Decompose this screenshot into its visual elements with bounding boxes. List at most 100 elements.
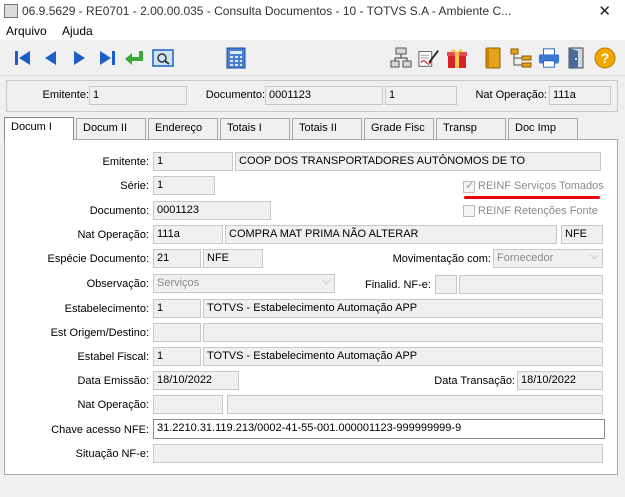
situacao-label: Situação NF-e: (75, 448, 149, 460)
fiscal-name-field[interactable]: TOTVS - Estabelecimento Automação APP (203, 347, 603, 366)
app-icon (4, 4, 18, 18)
header-natop-label: Nat Operação: (475, 89, 547, 101)
emissao-label: Data Emissão: (77, 375, 149, 387)
natop2-desc-field[interactable] (227, 395, 603, 414)
tab-transp[interactable]: Transp (436, 118, 506, 140)
first-icon (15, 51, 30, 65)
especie-code-field[interactable]: 21 (153, 249, 201, 268)
return-button[interactable] (123, 46, 145, 70)
observacao-label: Observação: (86, 278, 149, 290)
natop2-label: Nat Operação: (77, 399, 149, 411)
reinf-tomados-checkbox[interactable] (463, 179, 475, 193)
view-button[interactable] (152, 46, 174, 70)
natop2-code-field[interactable] (153, 395, 223, 414)
movimentacao-select[interactable]: Fornecedor ⌵ (493, 249, 603, 268)
exit-button[interactable] (566, 46, 588, 70)
first-button[interactable] (12, 46, 34, 70)
transacao-label: Data Transação: (434, 375, 515, 387)
natop-code-field[interactable]: 111a (153, 225, 223, 244)
situacao-field[interactable] (153, 444, 603, 463)
menu-bar: Arquivo Ajuda (0, 22, 625, 40)
estab-code-field[interactable]: 1 (153, 299, 201, 318)
tab-bar: Docum I Docum II Endereço Totais I Totai… (4, 117, 618, 140)
title-bar: 06.9.5629 - RE0701 - 2.00.00.035 - Consu… (0, 0, 625, 22)
origem-name-field[interactable] (203, 323, 603, 342)
observacao-value: Serviços (157, 277, 200, 289)
next-button[interactable] (68, 46, 90, 70)
especie-type-field[interactable]: NFE (203, 249, 263, 268)
status-bar (0, 478, 625, 497)
chevron-down-icon: ⌵ (322, 276, 330, 287)
origem-code-field[interactable] (153, 323, 201, 342)
help-button[interactable]: ? (594, 46, 616, 70)
serie-field[interactable]: 1 (153, 176, 215, 195)
natop-desc-field[interactable]: COMPRA MAT PRIMA NÃO ALTERAR (225, 225, 557, 244)
gift-icon (447, 49, 467, 68)
documento-field[interactable]: 0001123 (153, 201, 271, 220)
header-emitente-label: Emitente: (42, 89, 89, 101)
emissao-field[interactable]: 18/10/2022 (153, 371, 239, 390)
fiscal-label: Estabel Fiscal: (77, 351, 149, 363)
finalid-desc-field[interactable] (459, 275, 603, 294)
view-icon (152, 49, 174, 67)
header-natop-field[interactable]: 111a (549, 86, 611, 105)
annotation-underline (464, 196, 600, 199)
header-emitente-field[interactable]: 1 (89, 86, 187, 105)
svg-text:?: ? (601, 50, 610, 66)
finalid-label: Finalid. NF-e: (364, 279, 431, 291)
chave-field[interactable]: 31.2210.31.119.213/0002-41-55-001.000001… (153, 419, 605, 439)
tab-docum-ii[interactable]: Docum II (76, 118, 146, 140)
transacao-field[interactable]: 18/10/2022 (517, 371, 603, 390)
network-button[interactable] (390, 46, 412, 70)
natop-type-field[interactable]: NFE (561, 225, 603, 244)
tree-button[interactable] (510, 46, 532, 70)
reinf-tomados-label: REINF Serviços Tomados (478, 180, 604, 192)
calculator-icon (226, 47, 246, 69)
return-icon (125, 51, 143, 65)
book-icon (485, 47, 501, 69)
header-documento-extra-field[interactable]: 1 (385, 86, 457, 105)
reinf-retencoes-label: REINF Retenções Fonte (478, 205, 598, 217)
tab-endereco[interactable]: Endereço (148, 118, 218, 140)
next-icon (74, 51, 85, 65)
last-icon (100, 51, 115, 65)
tab-totais-i[interactable]: Totais I (220, 118, 290, 140)
network-icon (390, 47, 412, 68)
last-button[interactable] (96, 46, 118, 70)
natop-label: Nat Operação: (77, 229, 149, 241)
emitente-code-field[interactable]: 1 (153, 152, 233, 171)
movimentacao-label: Movimentação com: (392, 253, 491, 265)
movimentacao-value: Fornecedor (497, 252, 554, 264)
toolbar: ? (0, 40, 625, 76)
close-button[interactable]: ✕ (598, 2, 611, 20)
tab-docum-i[interactable]: Docum I (4, 117, 74, 140)
previous-icon (45, 51, 56, 65)
tab-grade-fisc[interactable]: Grade Fisc (364, 118, 434, 140)
gift-button[interactable] (446, 46, 468, 70)
finalid-code-field[interactable] (435, 275, 457, 294)
fiscal-code-field[interactable]: 1 (153, 347, 201, 366)
emitente-label: Emitente: (102, 156, 149, 168)
observacao-select[interactable]: Serviços ⌵ (153, 274, 335, 293)
book-button[interactable] (482, 46, 504, 70)
menu-ajuda[interactable]: Ajuda (62, 24, 93, 38)
menu-arquivo[interactable]: Arquivo (6, 24, 47, 38)
header-documento-field[interactable]: 0001123 (265, 86, 383, 105)
reinf-retencoes-checkbox[interactable] (463, 205, 475, 217)
print-icon (538, 48, 560, 68)
chave-label: Chave acesso NFE: (51, 424, 149, 436)
sign-icon (418, 50, 439, 67)
especie-label: Espécie Documento: (47, 253, 150, 265)
header-documento-label: Documento: (205, 89, 265, 101)
print-button[interactable] (538, 46, 560, 70)
sign-button[interactable] (418, 46, 440, 70)
estab-name-field[interactable]: TOTVS - Estabelecimento Automação APP (203, 299, 603, 318)
tree-icon (510, 48, 532, 68)
calculator-button[interactable] (225, 46, 247, 70)
documento-label: Documento: (89, 205, 149, 217)
emitente-name-field[interactable]: COOP DOS TRANSPORTADORES AUTÔNOMOS DE TO (235, 152, 601, 171)
tab-doc-imp[interactable]: Doc Imp (508, 118, 578, 140)
previous-button[interactable] (40, 46, 62, 70)
tab-totais-ii[interactable]: Totais II (292, 118, 362, 140)
estab-label: Estabelecimento: (64, 303, 149, 315)
